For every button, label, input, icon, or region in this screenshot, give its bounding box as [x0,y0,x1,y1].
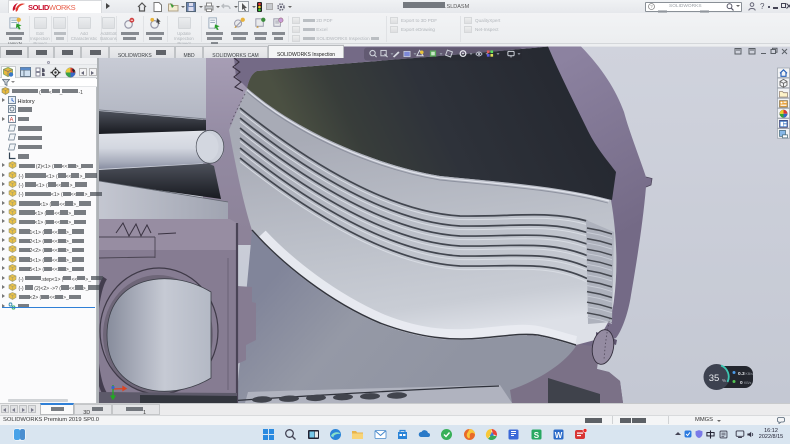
svg-text:?: ? [650,4,653,9]
svg-text:W: W [555,431,563,440]
svg-text:35: 35 [709,373,720,384]
svg-text:0.3: 0.3 [738,371,745,377]
svg-text:KB/s: KB/s [744,381,752,385]
svg-text:KB/s: KB/s [746,372,754,376]
svg-text:%: % [722,378,726,383]
svg-text:S: S [533,431,539,440]
svg-text:A: A [10,117,14,123]
svg-text:0: 0 [740,380,743,386]
